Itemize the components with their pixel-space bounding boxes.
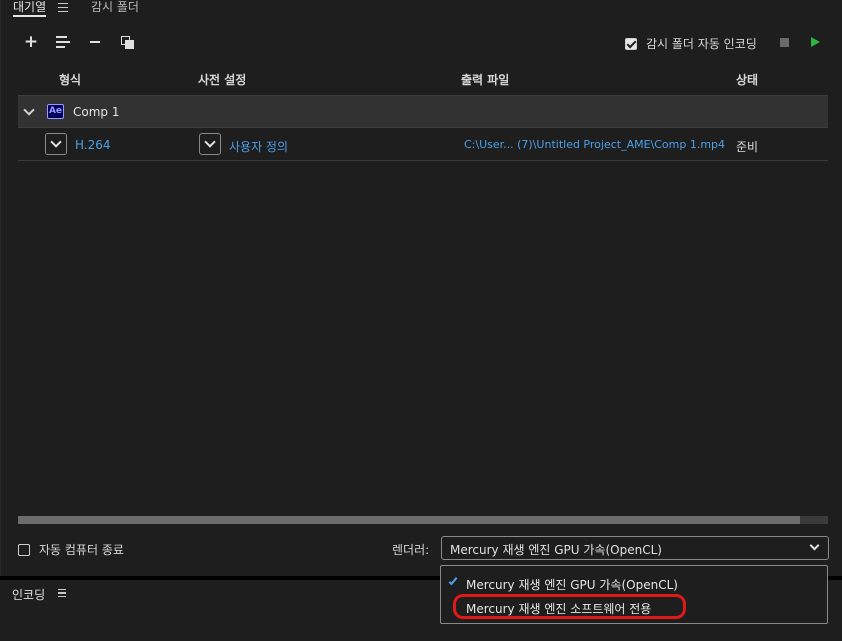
column-header-format[interactable]: 형식 [59, 71, 81, 88]
tab-queue[interactable]: 대기열 [13, 0, 47, 18]
minus-icon [90, 41, 100, 43]
format-dropdown-button[interactable] [45, 133, 67, 155]
preset-dropdown-button[interactable] [199, 133, 221, 155]
panel-tabs: 대기열 감시 폴더 [1, 0, 842, 20]
column-header-preset[interactable]: 사전 설정 [198, 71, 246, 88]
column-header-status[interactable]: 상태 [736, 71, 758, 88]
preset-link[interactable]: 사용자 정의 [229, 138, 288, 155]
chevron-down-icon [809, 540, 820, 551]
panel-menu-icon[interactable] [58, 3, 68, 12]
preset-settings-button[interactable] [54, 33, 72, 51]
tab-watch-folder-label: 감시 폴더 [91, 0, 139, 14]
column-header-output[interactable]: 출력 파일 [461, 71, 509, 88]
start-queue-button[interactable] [811, 37, 820, 47]
tab-watch-folder[interactable]: 감시 폴더 [91, 0, 139, 18]
renderer-select[interactable]: Mercury 재생 엔진 GPU 가속(OpenCL) [441, 536, 829, 560]
encoding-panel-title[interactable]: 인코딩 [12, 586, 45, 603]
horizontal-scrollbar[interactable] [18, 516, 828, 524]
composition-name: Comp 1 [73, 105, 120, 119]
collapse-chevron-icon[interactable] [23, 104, 35, 116]
checkmark-icon [448, 575, 458, 586]
stop-queue-button[interactable] [780, 38, 789, 47]
scrollbar-thumb[interactable] [18, 516, 800, 524]
highlight-annotation [453, 594, 686, 619]
output-file-link[interactable]: C:\User... (7)\Untitled Project_AME\Comp… [464, 138, 725, 151]
format-link[interactable]: H.264 [75, 138, 111, 152]
queue-item-row[interactable]: H.264 사용자 정의 C:\User... (7)\Untitled Pro… [18, 128, 828, 161]
duplicate-button[interactable] [118, 33, 136, 51]
renderer-label: 렌더러: [392, 543, 430, 557]
auto-shutdown-label: 자동 컴퓨터 종료 [39, 543, 124, 557]
queue-panel: 대기열 감시 폴더 + 감시 폴더 자동 인코딩 형식 사전 설정 출력 파일 … [0, 0, 842, 578]
auto-encode-label: 감시 폴더 자동 인코딩 [646, 37, 757, 51]
auto-shutdown-option[interactable]: 자동 컴퓨터 종료 [18, 541, 124, 558]
duplicate-icon [120, 35, 134, 49]
encoding-panel-menu-icon[interactable] [58, 589, 66, 597]
status-text: 준비 [736, 140, 759, 154]
auto-encode-checkbox[interactable] [625, 37, 637, 50]
settings-sliders-icon [56, 36, 70, 48]
auto-encode-watch-folders[interactable]: 감시 폴더 자동 인코딩 [625, 35, 757, 52]
renderer-option-gpu[interactable]: Mercury 재생 엔진 GPU 가속(OpenCL) [466, 576, 678, 593]
tab-queue-label: 대기열 [13, 0, 47, 17]
after-effects-icon: Ae [47, 104, 64, 119]
remove-button[interactable] [86, 33, 104, 51]
queue-group-row[interactable]: Ae Comp 1 [18, 95, 828, 128]
auto-shutdown-checkbox[interactable] [18, 543, 30, 556]
add-source-button[interactable]: + [22, 32, 40, 52]
renderer-selected-value: Mercury 재생 엔진 GPU 가속(OpenCL) [450, 543, 662, 557]
